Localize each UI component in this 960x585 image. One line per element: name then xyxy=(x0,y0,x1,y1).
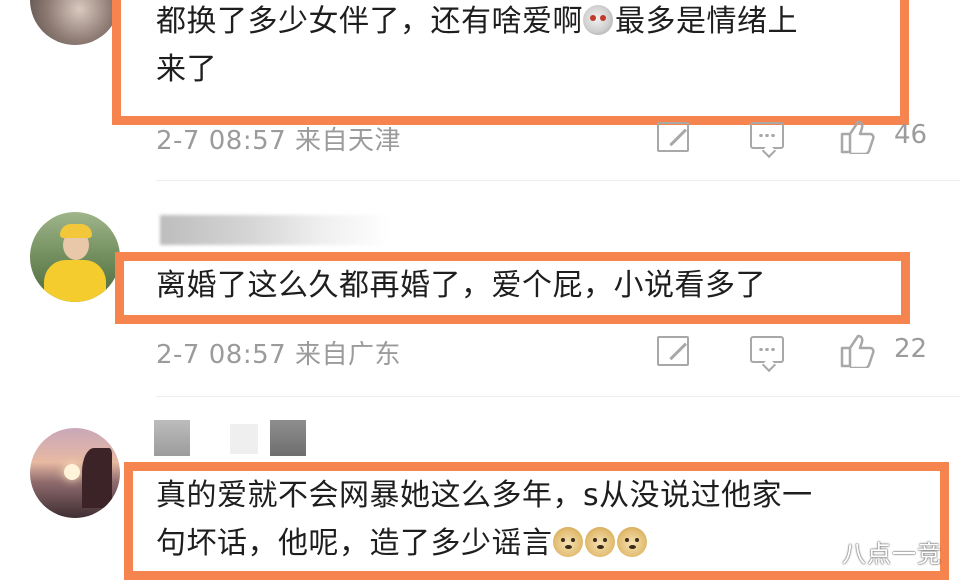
username-pixelated xyxy=(270,420,306,456)
comment-line: 离婚了这么久都再婚了，爱个屁，小说看多了 xyxy=(156,268,766,303)
comment-text: 都换了多少女伴了，还有啥爱啊 最多是情绪上 来了 xyxy=(156,0,896,94)
location: 来自广东 xyxy=(294,340,401,370)
like-count: 22 xyxy=(894,334,928,364)
divider xyxy=(156,396,960,397)
doge-emoji-icon xyxy=(552,527,583,557)
comment-line: 真的爱就不会网暴她这么多年，s从没说过他家一 xyxy=(156,478,813,513)
username-pixelated xyxy=(154,420,190,456)
divider xyxy=(156,180,960,181)
comment-line: 句坏话，他呢，造了多少谣言 xyxy=(156,526,553,561)
timestamp: 2-7 08:57 xyxy=(156,126,287,156)
comment-line: 最多是情绪上 xyxy=(615,4,798,39)
watermark: 八点一竞 xyxy=(842,540,942,568)
timestamp: 2-7 08:57 xyxy=(156,340,287,370)
repost-icon[interactable] xyxy=(657,336,689,366)
avatar[interactable] xyxy=(30,428,120,518)
like-icon[interactable] xyxy=(840,120,876,154)
avatar[interactable] xyxy=(30,212,120,302)
username-pixelated xyxy=(230,424,258,454)
repost-icon[interactable] xyxy=(657,122,689,152)
comment-icon[interactable] xyxy=(750,336,784,363)
skull-emoji-icon xyxy=(583,5,613,35)
comment-text: 真的爱就不会网暴她这么多年，s从没说过他家一 句坏话，他呢，造了多少谣言 xyxy=(156,472,946,568)
comment-meta: 2-7 08:57 来自广东 xyxy=(156,334,401,371)
comment-line: 来了 xyxy=(156,52,217,87)
doge-emoji-icon xyxy=(584,527,615,557)
like-icon[interactable] xyxy=(840,334,876,368)
comment-text: 离婚了这么久都再婚了，爱个屁，小说看多了 xyxy=(156,262,766,310)
comment-icon[interactable] xyxy=(750,122,784,149)
avatar[interactable] xyxy=(30,0,120,45)
location: 来自天津 xyxy=(294,126,401,156)
username-blurred xyxy=(160,215,390,245)
doge-emoji-icon xyxy=(616,527,647,557)
comment-line: 都换了多少女伴了，还有啥爱啊 xyxy=(156,4,583,39)
like-count: 46 xyxy=(894,120,928,150)
comment-meta: 2-7 08:57 来自天津 xyxy=(156,120,401,157)
